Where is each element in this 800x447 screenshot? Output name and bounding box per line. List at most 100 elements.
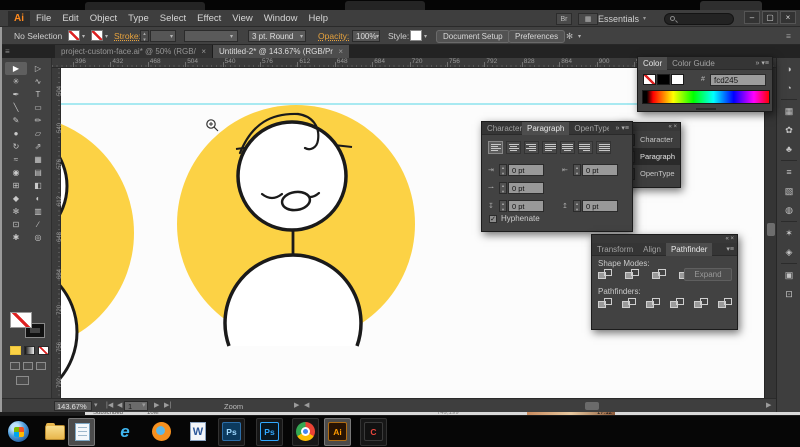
menu-object[interactable]: Object xyxy=(90,13,117,24)
fill-swatch[interactable] xyxy=(68,30,80,41)
tab-color[interactable]: Color xyxy=(638,57,668,70)
style-dropdown-icon[interactable]: ▾ xyxy=(424,33,427,40)
justify-last-left-button[interactable] xyxy=(542,141,557,154)
crop-button[interactable] xyxy=(670,298,685,310)
right-indent-value[interactable]: 0 pt xyxy=(582,164,618,176)
justify-all-button[interactable] xyxy=(596,141,611,154)
menu-effect[interactable]: Effect xyxy=(197,13,221,24)
blob-brush-tool[interactable]: ● xyxy=(5,127,27,140)
vertical-scrollbar[interactable] xyxy=(764,68,776,398)
mesh-tool[interactable]: ⊞ xyxy=(5,179,27,192)
graphic-styles-icon[interactable]: ◈ xyxy=(777,245,800,260)
minimize-button[interactable]: – xyxy=(744,11,760,24)
collapse-control-icon[interactable]: ≡ xyxy=(786,31,791,41)
scroll-right-icon[interactable]: ▶ xyxy=(294,401,299,409)
eyedropper-tool[interactable]: ◆ xyxy=(5,192,27,205)
align-center-button[interactable] xyxy=(506,141,521,154)
justify-last-right-button[interactable] xyxy=(578,141,593,154)
hscrollbar-thumb[interactable] xyxy=(585,402,599,410)
justify-last-center-button[interactable] xyxy=(560,141,575,154)
close-icon[interactable]: × xyxy=(201,47,206,56)
align-left-button[interactable] xyxy=(488,141,503,154)
close-icon[interactable]: × xyxy=(338,47,343,56)
zoom-tool[interactable]: ◎ xyxy=(27,231,49,244)
figure-head[interactable] xyxy=(236,120,348,232)
none-swatch[interactable] xyxy=(643,74,656,85)
zoom-level-field[interactable]: 143.67% xyxy=(54,401,92,411)
close-button[interactable]: × xyxy=(780,11,796,24)
stepper-icon[interactable]: ▴ ▾ xyxy=(573,200,581,212)
firefox-taskbar-icon[interactable] xyxy=(152,422,172,442)
collapse-icon[interactable]: » xyxy=(616,125,620,132)
symbols-icon[interactable]: ♣ xyxy=(777,142,800,157)
illustrator-taskbar-icon[interactable]: Ai xyxy=(328,422,348,442)
chrome-taskbar-icon[interactable] xyxy=(296,422,316,442)
stroke-label[interactable]: Stroke: xyxy=(114,31,141,41)
notepad-taskbar-icon[interactable] xyxy=(72,422,92,442)
opacity-label[interactable]: Opacity: xyxy=(318,31,349,41)
scroll-right-end-icon[interactable]: ▶ xyxy=(766,401,771,409)
direct-selection-tool[interactable]: ▷ xyxy=(27,62,49,75)
merge-button[interactable] xyxy=(646,298,661,310)
magic-wand-tool[interactable]: ✳ xyxy=(5,75,27,88)
shape-builder-tool[interactable]: ◉ xyxy=(5,166,27,179)
opacity-dropdown-icon[interactable]: ▾ xyxy=(376,33,379,40)
space-before-field[interactable]: ↧ ▴ ▾ 0 pt xyxy=(488,200,550,212)
tab-paragraph[interactable]: Paragraph xyxy=(522,122,570,135)
color-spectrum[interactable] xyxy=(642,90,770,104)
black-swatch[interactable] xyxy=(657,74,670,85)
selection-tool[interactable]: ▶ xyxy=(5,62,27,75)
profile-dropdown-icon[interactable]: ▾ xyxy=(230,33,233,40)
search-input[interactable] xyxy=(664,12,734,25)
stepper-icon[interactable]: ▴ ▾ xyxy=(573,164,581,176)
workspace-switcher[interactable]: Essentials ▾ xyxy=(598,10,646,27)
scale-tool[interactable]: ⇗ xyxy=(27,140,49,153)
right-indent-field[interactable]: ⇤ ▴ ▾ 0 pt xyxy=(562,164,624,176)
pencil-tool[interactable]: ✏ xyxy=(27,114,49,127)
maximize-button[interactable]: ▢ xyxy=(762,11,778,24)
left-figure[interactable] xyxy=(61,115,134,398)
rectangle-tool[interactable]: ▭ xyxy=(27,101,49,114)
menu-help[interactable]: Help xyxy=(309,13,329,24)
document-tab-1[interactable]: project-custom-face.ai* @ 50% (RGB/Previ… xyxy=(55,45,213,58)
collapse-icon[interactable]: » xyxy=(756,60,760,67)
pen-tool[interactable]: ✒ xyxy=(5,88,27,101)
swatches-icon[interactable]: ▦ xyxy=(777,104,800,119)
paintbrush-tool[interactable]: ✎ xyxy=(5,114,27,127)
start-button[interactable] xyxy=(7,420,30,443)
menu-edit[interactable]: Edit xyxy=(62,13,78,24)
hand-tool[interactable]: ✱ xyxy=(5,231,27,244)
file-explorer-taskbar-icon[interactable] xyxy=(45,422,65,442)
lasso-tool[interactable]: ∿ xyxy=(27,75,49,88)
fill-dropdown-icon[interactable]: ▾ xyxy=(82,33,85,40)
bridge-icon[interactable]: Br xyxy=(556,12,572,25)
panel-menu-icon[interactable]: ▾≡ xyxy=(726,246,734,253)
minus-back-button[interactable] xyxy=(718,298,733,310)
photoshop-taskbar-icon[interactable]: Ps xyxy=(222,422,242,442)
menu-type[interactable]: Type xyxy=(128,13,149,24)
artboard-tool[interactable]: ⊡ xyxy=(5,218,27,231)
brushes-icon[interactable]: ✿ xyxy=(777,123,800,138)
white-swatch[interactable] xyxy=(671,74,684,85)
menu-file[interactable]: File xyxy=(36,13,51,24)
word-taskbar-icon[interactable]: W xyxy=(188,422,208,442)
menu-window[interactable]: Window xyxy=(264,13,298,24)
document-tab-2[interactable]: Untitled-2* @ 143.67% (RGB/Preview) × xyxy=(213,45,349,58)
width-tool[interactable]: ≈ xyxy=(5,153,27,166)
artboard-dropdown-icon[interactable]: ▾ xyxy=(142,401,146,409)
gradient-tool[interactable]: ◧ xyxy=(27,179,49,192)
stepper-icon[interactable]: ▴ ▾ xyxy=(499,164,507,176)
brush-definition[interactable]: 3 pt. Round xyxy=(248,30,306,42)
first-line-indent-value[interactable]: 0 pt xyxy=(508,182,544,194)
preferences-button[interactable]: Preferences xyxy=(508,29,566,43)
panel-menu-icon[interactable]: ▾≡ xyxy=(761,60,769,67)
stepper-icon[interactable]: ▴ ▾ xyxy=(499,200,507,212)
tab-transform[interactable]: Transform xyxy=(592,243,638,256)
outline-button[interactable] xyxy=(694,298,709,310)
stroke-width-stepper[interactable]: ▴ ▾ xyxy=(140,30,149,43)
color-themes-icon[interactable]: ◑ xyxy=(777,62,800,77)
panel-menu-icon[interactable]: ▾≡ xyxy=(621,125,629,132)
collapse-icon[interactable]: « xyxy=(668,124,671,130)
draw-normal-button[interactable] xyxy=(10,362,20,370)
menu-select[interactable]: Select xyxy=(160,13,186,24)
